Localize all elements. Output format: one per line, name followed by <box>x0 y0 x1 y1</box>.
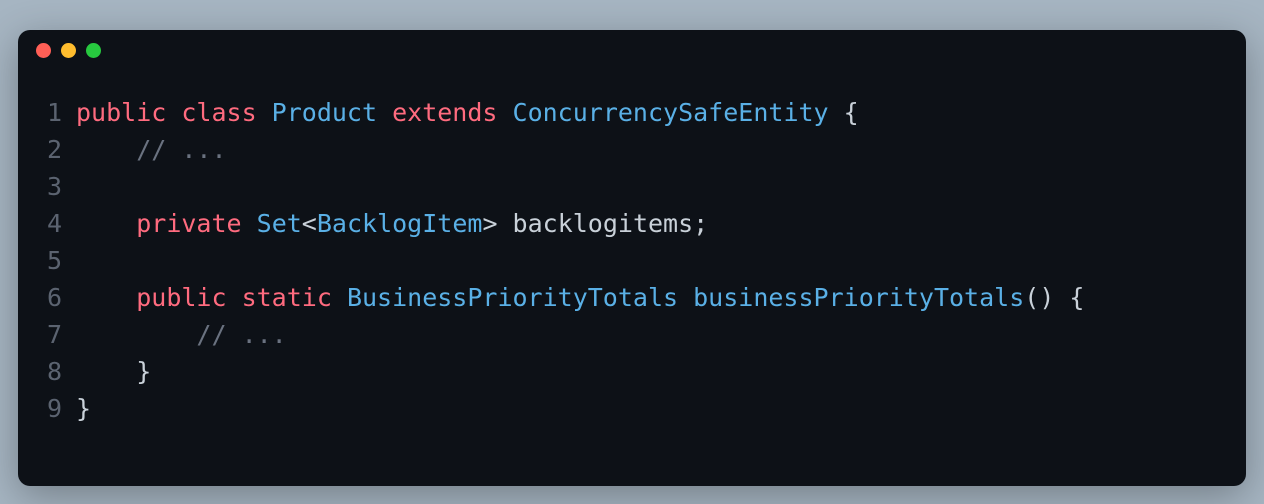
code-token: // ... <box>136 135 226 164</box>
code-token: backlogitems <box>513 209 694 238</box>
code-token: ; <box>693 209 708 238</box>
code-token: public <box>136 283 241 312</box>
code-line: 7 // ... <box>32 316 1232 353</box>
line-content: // ... <box>76 131 227 168</box>
code-token <box>76 283 136 312</box>
code-line: 8 } <box>32 353 1232 390</box>
line-number: 9 <box>32 390 62 427</box>
line-content: } <box>76 353 151 390</box>
code-token <box>76 320 196 349</box>
line-number: 5 <box>32 242 62 279</box>
code-token: public <box>76 98 181 127</box>
line-number: 8 <box>32 353 62 390</box>
code-line: 9} <box>32 390 1232 427</box>
line-content: public class Product extends Concurrency… <box>76 94 859 131</box>
code-token <box>76 135 136 164</box>
line-content: // ... <box>76 316 287 353</box>
code-token: } <box>76 357 151 386</box>
code-token: static <box>242 283 347 312</box>
code-line: 1 public class Product extends Concurrenc… <box>32 94 1232 131</box>
code-line: 2 // ... <box>32 131 1232 168</box>
line-content: private Set<BacklogItem> backlogitems; <box>76 205 708 242</box>
code-line: 6 public static BusinessPriorityTotals b… <box>32 279 1232 316</box>
line-content: } <box>76 390 91 427</box>
code-token: extends <box>392 98 512 127</box>
line-number: 3 <box>32 168 62 205</box>
code-token: < <box>302 209 317 238</box>
code-token: } <box>76 394 91 423</box>
code-token: private <box>136 209 256 238</box>
code-token: BacklogItem <box>317 209 483 238</box>
code-line: 5 <box>32 242 1232 279</box>
code-token: ConcurrencySafeEntity <box>513 98 844 127</box>
line-number: 2 <box>32 131 62 168</box>
code-token <box>76 209 136 238</box>
code-line: 4 private Set<BacklogItem> backlogitems; <box>32 205 1232 242</box>
line-number: 1 <box>32 94 62 131</box>
title-bar <box>18 30 1246 70</box>
code-token: Set <box>257 209 302 238</box>
code-area[interactable]: 1 public class Product extends Concurrenc… <box>18 70 1246 441</box>
code-editor-window: 1 public class Product extends Concurrenc… <box>18 30 1246 486</box>
code-token: () { <box>1024 283 1084 312</box>
code-token: Product <box>272 98 392 127</box>
line-content <box>76 168 91 205</box>
line-number: 4 <box>32 205 62 242</box>
code-token: BusinessPriorityTotals <box>347 283 693 312</box>
code-token: > <box>482 209 512 238</box>
line-content <box>76 242 91 279</box>
minimize-icon[interactable] <box>61 43 76 58</box>
code-token: class <box>181 98 271 127</box>
code-token: // ... <box>196 320 286 349</box>
code-token: { <box>844 98 859 127</box>
maximize-icon[interactable] <box>86 43 101 58</box>
code-line: 3 <box>32 168 1232 205</box>
line-number: 7 <box>32 316 62 353</box>
line-number: 6 <box>32 279 62 316</box>
close-icon[interactable] <box>36 43 51 58</box>
line-content: public static BusinessPriorityTotals bus… <box>76 279 1084 316</box>
traffic-lights <box>36 43 101 58</box>
code-token: businessPriorityTotals <box>693 283 1024 312</box>
